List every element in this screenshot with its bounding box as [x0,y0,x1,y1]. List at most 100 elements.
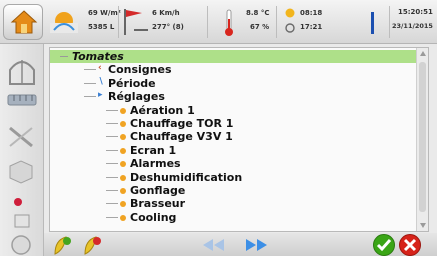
remove-leaf-icon[interactable] [82,234,104,256]
tree-item-label: Gonflage [130,184,186,197]
bullet-icon [120,174,126,181]
sunset-icon [285,23,295,33]
expand-arrow-icon: ▸ [98,90,103,101]
tree-item-aeration-1[interactable]: Aération 1 [50,104,416,117]
tree-connector-line [106,203,118,205]
tree-item-chauffage-v3v-1[interactable]: Chauffage V3V 1 [50,130,416,143]
tree-item-chauffage-tor-1[interactable]: Chauffage TOR 1 [50,117,416,130]
greenhouse-icon[interactable] [6,56,38,86]
sun-times-widget: 08:18 17:21 [280,3,342,41]
bullet-icon [120,107,126,114]
ok-button[interactable] [373,234,395,256]
bottom-toolbar [44,233,437,256]
double-arrow-right-icon[interactable] [244,238,270,252]
scroll-down-arrow[interactable] [420,223,426,228]
tree-item-label: Chauffage V3V 1 [130,130,233,144]
tree-item-label: Aération 1 [130,103,195,117]
tree-item-label: Cooling [130,210,177,224]
wind-icon [124,9,148,35]
tree-node-icon: ∖ [98,76,105,87]
sunrise-icon [285,8,295,18]
info-icon[interactable] [10,234,32,256]
tree-item-gonflage[interactable]: Gonflage [50,184,416,197]
meter-icon[interactable] [6,92,38,108]
sunset-time: 17:21 [300,23,323,31]
screen: 69 W/m² 5385 L 6 Km/h 277° (8) 8.8 °C 67… [0,0,437,256]
tree-item-label: Période [108,76,156,90]
close-icon [403,238,417,252]
bullet-icon [120,147,126,154]
bullet-icon [120,134,126,141]
tree-connector-line [106,109,118,111]
tree-item-ecran-1[interactable]: Ecran 1 [50,144,416,157]
tree-item-brasseur[interactable]: Brasseur [50,197,416,210]
settings-tree[interactable]: Tomates ‹ Consignes ∖ Période ▸ Réglages Aérati… [49,47,429,232]
tree-item-alarmes[interactable]: Alarmes [50,157,416,170]
tree-connector-line [106,176,118,178]
tree-connector-line [106,149,118,151]
clock-date: 23/11/2015 [392,22,433,30]
tree-item-label: Réglages [108,90,165,104]
tree-connector-line [84,69,96,71]
tree-item-label: Alarmes [130,157,181,171]
temperature-widget: 8.8 °C 67 % [212,3,272,41]
bullet-icon [120,201,126,208]
tree-connector-line [106,190,118,191]
tree-scrollbar[interactable] [416,48,428,231]
home-icon [10,10,38,34]
sun-icon [50,12,78,33]
wind-direction-value: 277° (8) [152,23,184,31]
tree-connector-icon [60,56,68,57]
tree-node-icon: ‹ [98,63,102,74]
wind-widget: 6 Km/h 277° (8) [122,3,206,41]
sunrise-time: 08:18 [300,9,323,17]
tree-connector-line [106,123,118,124]
clock-time: 15:20:51 [398,8,433,16]
status-bar: 69 W/m² 5385 L 6 Km/h 277° (8) 8.8 °C 67… [0,0,437,44]
cancel-button[interactable] [399,234,421,256]
tree-item-reglages[interactable]: ▸ Réglages [50,90,416,103]
tree-item-label: Ecran 1 [130,143,177,157]
scrollbar-thumb[interactable] [419,62,426,212]
bullet-icon [120,214,126,221]
tree-item-label: Chauffage TOR 1 [130,117,234,130]
tree-connector-line [106,163,118,165]
tree-connector-line [106,136,118,138]
tree-item-label: Deshumidification [130,170,243,184]
tree-item-deshumidification[interactable]: Deshumidification [50,171,416,184]
tree-item-periode[interactable]: ∖ Période [50,77,416,90]
humidity-value: 67 % [250,23,270,31]
scroll-up-arrow[interactable] [420,51,426,56]
radiation-value: 69 W/m² [88,9,121,17]
left-sidebar [0,44,44,256]
tree-connector-line [106,216,118,218]
tree-connector-line [84,82,96,84]
tree-item-label: Consignes [108,63,172,77]
box-icon[interactable] [6,158,36,184]
alarm-icon[interactable] [12,196,24,208]
tree-connector-line [84,96,96,98]
divider [276,6,277,38]
tree-item-cooling[interactable]: Cooling [50,211,416,224]
double-arrow-left-icon[interactable] [200,238,226,252]
bullet-icon [120,161,126,168]
add-leaf-icon[interactable] [52,234,74,256]
thermometer-icon [225,9,233,36]
tree-item-label: Brasseur [130,197,186,211]
home-button[interactable] [3,4,43,40]
temperature-value: 8.8 °C [246,9,270,17]
divider [207,6,208,38]
divider [118,6,119,38]
clock: 15:20:51 23/11/2015 [389,6,435,38]
tools-icon[interactable] [6,124,36,150]
radiation-widget: 69 W/m² 5385 L [48,3,121,41]
tree-item-consignes[interactable]: ‹ Consignes [50,63,416,76]
radiation-sum-value: 5385 L [88,23,115,31]
check-icon [376,239,392,252]
tree-item-label: Tomates [72,50,124,63]
bullet-icon [120,121,126,127]
tree-item-tomates[interactable]: Tomates [50,50,416,63]
indicator-bar [371,12,374,34]
document-icon[interactable] [14,214,30,228]
bullet-icon [120,188,126,194]
